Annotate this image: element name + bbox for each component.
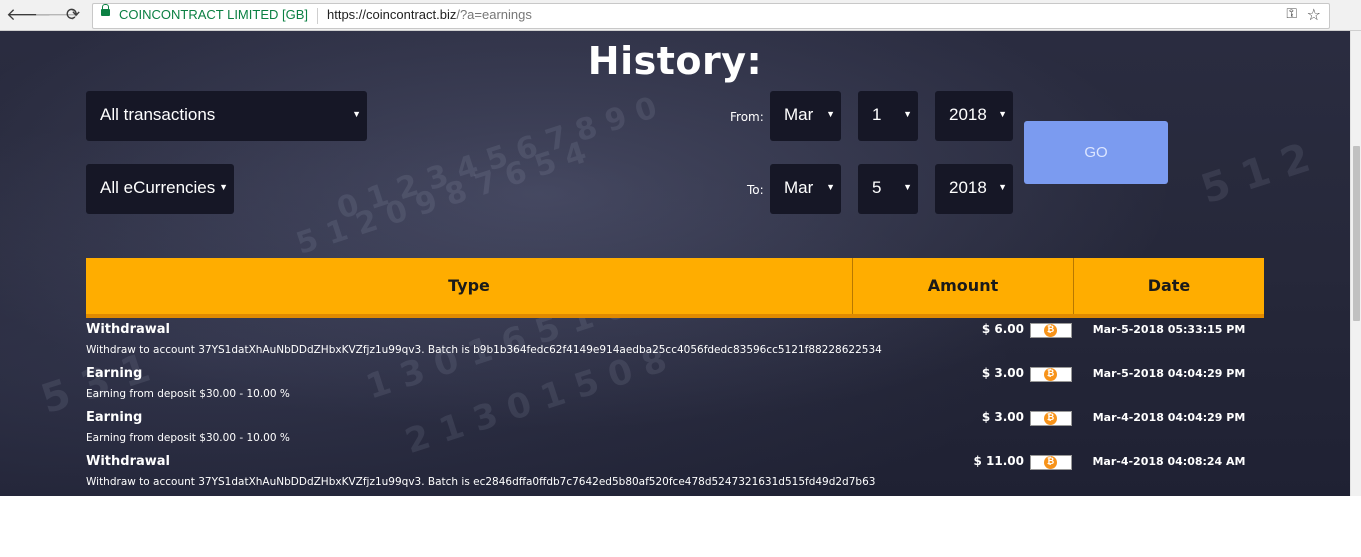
- from-day-select[interactable]: 1 ▼: [858, 91, 918, 141]
- certificate-label: COINCONTRACT LIMITED [GB]: [119, 7, 308, 22]
- history-table-header: Type Amount Date: [86, 258, 1264, 318]
- address-bar[interactable]: COINCONTRACT LIMITED [GB] https://coinco…: [92, 3, 1330, 29]
- to-year-select[interactable]: 2018 ▼: [935, 164, 1013, 214]
- transaction-description: Withdraw to account 37YS1datXhAuNbDDdZHb…: [86, 476, 876, 488]
- bitcoin-icon: ₿: [1044, 456, 1057, 469]
- to-month-select[interactable]: Mar ▼: [770, 164, 841, 214]
- from-year-value: 2018: [949, 105, 987, 124]
- transaction-type: Earning: [86, 410, 143, 425]
- reload-icon[interactable]: ⟳: [62, 4, 84, 26]
- from-label: From:: [730, 110, 764, 124]
- column-header-amount[interactable]: Amount: [853, 258, 1074, 314]
- from-month-select[interactable]: Mar ▼: [770, 91, 841, 141]
- star-icon[interactable]: ☆: [1307, 5, 1321, 24]
- background-digits: 0 1 2 3 4 5 6 7 8 9 0: [332, 90, 662, 227]
- table-row: Withdrawal $ 6.00 ₿ Mar-5-2018 05:33:15 …: [86, 322, 1264, 366]
- transaction-type: Earning: [86, 366, 143, 381]
- transaction-type-select[interactable]: All transactions ▼: [86, 91, 367, 141]
- currency-badge: ₿: [1030, 323, 1072, 338]
- currency-badge: ₿: [1030, 411, 1072, 426]
- to-day-select[interactable]: 5 ▼: [858, 164, 918, 214]
- chevron-down-icon: ▼: [903, 182, 912, 192]
- address-separator: [317, 8, 318, 24]
- transaction-description: Earning from deposit $30.00 - 10.00 %: [86, 432, 290, 444]
- page-content: 0 1 2 3 4 5 6 7 8 9 0 5 1 2 0 9 8 7 6 5 …: [0, 31, 1350, 496]
- transaction-amount: $ 11.00: [973, 454, 1024, 468]
- column-header-date[interactable]: Date: [1074, 258, 1264, 314]
- background-digits: 5 1 2 0 9 8 7 6 5 4: [292, 135, 591, 262]
- lock-icon: [101, 4, 110, 16]
- url-main: https://coincontract.biz: [327, 7, 457, 22]
- table-row: Withdrawal $ 11.00 ₿ Mar-4-2018 04:08:24…: [86, 454, 1264, 496]
- bitcoin-icon: ₿: [1044, 368, 1057, 381]
- chevron-down-icon: ▼: [219, 182, 228, 192]
- chevron-down-icon: ▼: [826, 182, 835, 192]
- transaction-amount: $ 6.00: [981, 322, 1024, 336]
- transaction-type-value: All transactions: [100, 105, 216, 124]
- transaction-type: Withdrawal: [86, 454, 170, 469]
- bitcoin-icon: ₿: [1044, 324, 1057, 337]
- transaction-description: Withdraw to account 37YS1datXhAuNbDDdZHb…: [86, 344, 882, 356]
- to-label: To:: [747, 183, 764, 197]
- background-digits: 5 1 2: [1195, 134, 1316, 214]
- blank-area: [0, 496, 1361, 557]
- page-scrollbar[interactable]: [1350, 31, 1361, 496]
- transaction-description: Earning from deposit $30.00 - 10.00 %: [86, 388, 290, 400]
- transaction-amount: $ 3.00: [981, 366, 1024, 380]
- transaction-amount: $ 3.00: [981, 410, 1024, 424]
- currency-badge: ₿: [1030, 455, 1072, 470]
- go-button[interactable]: GO: [1024, 121, 1168, 184]
- to-year-value: 2018: [949, 178, 987, 197]
- transaction-date: Mar-5-2018 04:04:29 PM: [1092, 367, 1246, 380]
- chevron-down-icon: ▼: [998, 109, 1007, 119]
- from-year-select[interactable]: 2018 ▼: [935, 91, 1013, 141]
- transaction-type: Withdrawal: [86, 322, 170, 337]
- forward-arrow-icon[interactable]: 🡒: [34, 4, 80, 26]
- transaction-date: Mar-4-2018 04:08:24 AM: [1092, 455, 1246, 468]
- currency-value: All eCurrencies: [100, 178, 216, 197]
- chevron-down-icon: ▼: [903, 109, 912, 119]
- to-day-value: 5: [872, 178, 882, 197]
- transaction-date: Mar-4-2018 04:04:29 PM: [1092, 411, 1246, 424]
- bitcoin-icon: ₿: [1044, 412, 1057, 425]
- chevron-down-icon: ▼: [826, 109, 835, 119]
- page-title: History:: [587, 39, 763, 83]
- back-arrow-icon[interactable]: 🡐: [6, 4, 52, 26]
- from-day-value: 1: [872, 105, 882, 124]
- url-text[interactable]: https://coincontract.biz/?a=earnings: [327, 7, 532, 22]
- browser-toolbar: 🡐 🡒 ⟳ COINCONTRACT LIMITED [GB] https://…: [0, 0, 1361, 31]
- from-month-value: Mar: [784, 105, 814, 124]
- scrollbar-thumb[interactable]: [1353, 146, 1360, 321]
- to-month-value: Mar: [784, 178, 814, 197]
- currency-select[interactable]: All eCurrencies ▼: [86, 164, 234, 214]
- chevron-down-icon: ▼: [352, 109, 361, 119]
- chevron-down-icon: ▼: [998, 182, 1007, 192]
- currency-badge: ₿: [1030, 367, 1072, 382]
- url-path: /?a=earnings: [456, 7, 532, 22]
- transaction-date: Mar-5-2018 05:33:15 PM: [1092, 323, 1246, 336]
- table-row: Earning $ 3.00 ₿ Mar-5-2018 04:04:29 PM …: [86, 366, 1264, 410]
- key-icon[interactable]: ⚿: [1286, 6, 1297, 22]
- column-header-type[interactable]: Type: [86, 258, 853, 314]
- table-row: Earning $ 3.00 ₿ Mar-4-2018 04:04:29 PM …: [86, 410, 1264, 454]
